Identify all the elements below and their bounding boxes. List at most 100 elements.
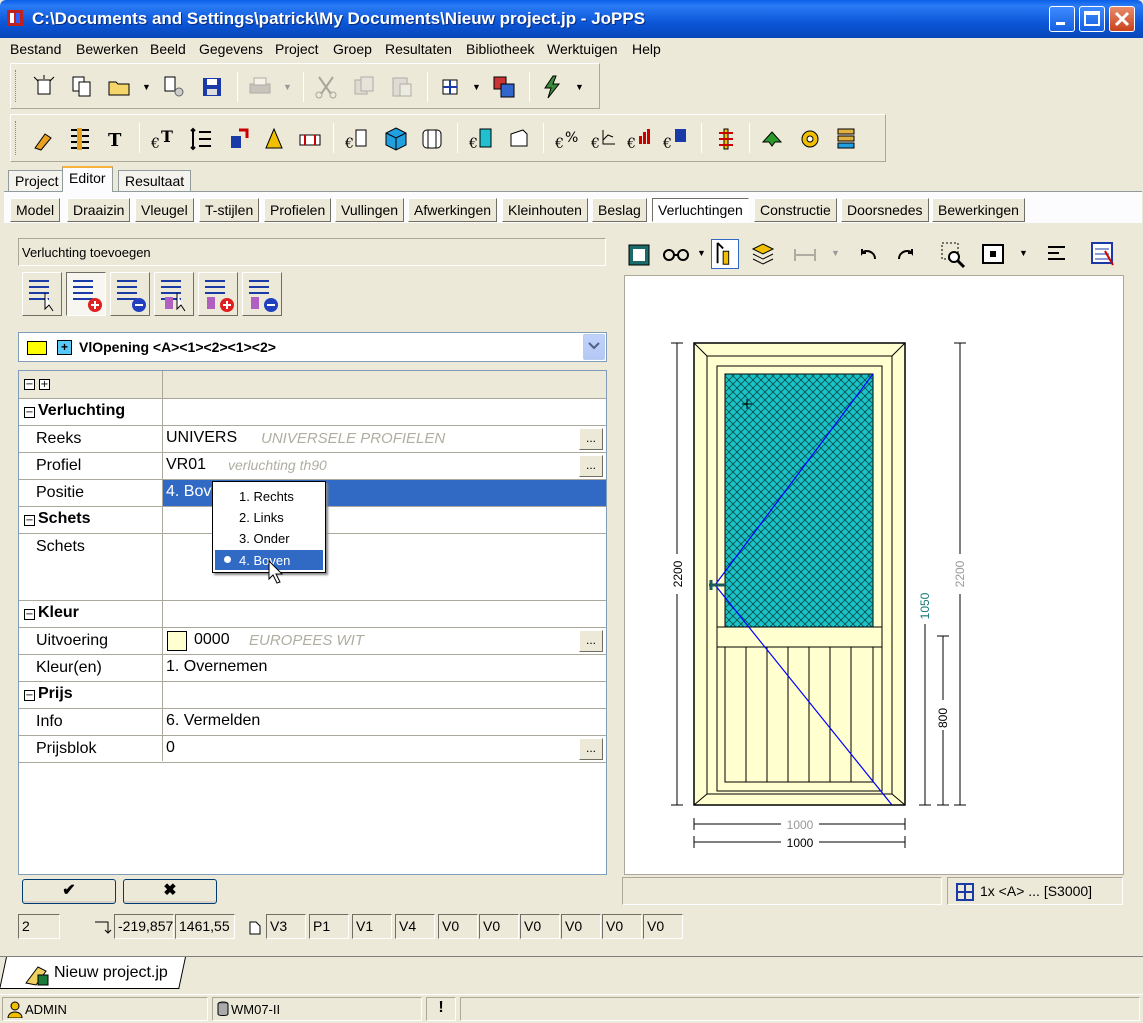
glasses-icon[interactable] [659,239,693,269]
pointer-tool-icon[interactable] [711,239,739,269]
euro-chart-icon[interactable]: € [591,126,617,152]
menu-bibliotheek[interactable]: Bibliotheek [466,41,535,57]
reeks-value[interactable]: UNIVERS [166,429,237,447]
paste-icon[interactable] [389,74,415,100]
euro-profile-icon[interactable]: € [345,126,371,152]
expand-all-icon[interactable]: + [39,379,50,390]
subtab-profielen[interactable]: Profielen [264,198,332,222]
collapse-icon[interactable]: − [24,407,35,418]
euro-glass-icon[interactable]: € [469,126,495,152]
prijsblok-value[interactable]: 0 [166,739,175,757]
collapse-all-icon[interactable]: − [24,379,35,390]
menu-gegevens[interactable]: Gegevens [199,41,263,57]
print-dropdown-arrow[interactable]: ▼ [283,82,292,92]
title-bar[interactable]: C:\Documents and Settings\patrick\My Doc… [0,0,1143,38]
stack-icon[interactable] [833,126,859,152]
info-value[interactable]: 6. Vermelden [166,712,260,730]
prijsblok-browse-button[interactable]: ... [579,738,603,760]
subtab-verluchtingen[interactable]: Verluchtingen [652,198,749,222]
collapse-icon[interactable]: − [24,515,35,526]
gear-icon[interactable] [797,126,823,152]
dimension-tool-icon[interactable] [791,239,819,269]
select-vent-button[interactable] [22,272,62,316]
measure-icon[interactable] [261,126,287,152]
opening-dropdown-button[interactable] [583,334,605,360]
option-links[interactable]: 2. Links [215,507,323,527]
reeks-browse-button[interactable]: ... [579,428,603,450]
zoom-window-icon[interactable] [939,239,967,269]
subtab-doorsnedes[interactable]: Doorsnedes [841,198,929,222]
category-verluchting[interactable]: − Verluchting [19,399,606,426]
copy-icon[interactable] [351,74,377,100]
import-icon[interactable] [161,74,187,100]
kleuren-value[interactable]: 1. Overnemen [166,658,267,676]
opening-select[interactable]: + VlOpening <A><1><2><1><2> [18,332,607,362]
ok-button[interactable]: ✔ [22,879,116,904]
table-profile-icon[interactable] [297,126,323,152]
properties-icon[interactable] [1089,239,1117,269]
remove-vent-alt-button[interactable] [242,272,282,316]
menu-werktuigen[interactable]: Werktuigen [547,41,618,57]
view-frame-icon[interactable] [625,239,653,269]
tab-editor[interactable]: Editor [62,166,113,192]
t-profile-icon[interactable]: T [103,126,129,152]
row-reeks[interactable]: Reeks UNIVERS UNIVERSELE PROFIELEN ... [19,426,606,453]
undo-icon[interactable] [855,239,883,269]
euro-percent-icon[interactable]: €% [555,126,581,152]
option-onder[interactable]: 3. Onder [215,528,323,548]
recycle-icon[interactable] [759,126,785,152]
subtab-constructie[interactable]: Constructie [754,198,837,222]
row-kleuren[interactable]: Kleur(en) 1. Overnemen [19,655,606,682]
subtab-model[interactable]: Model [10,198,61,222]
zoom-fit-icon[interactable] [979,239,1007,269]
uitvoering-value[interactable]: 0000 [194,631,230,649]
collapse-icon[interactable]: − [24,609,35,620]
add-vent-button[interactable] [66,272,106,316]
cut-icon[interactable] [313,74,339,100]
zoom-dropdown-arrow[interactable]: ▼ [1019,248,1028,258]
subtab-vleugel[interactable]: Vleugel [135,198,194,222]
lightning-icon[interactable] [539,74,565,100]
subtab-afwerkingen[interactable]: Afwerkingen [408,198,498,222]
dimension-icon[interactable] [189,126,215,152]
toolbar-grip[interactable] [15,70,18,102]
subtab-draaizin[interactable]: Draaizin [67,198,131,222]
menu-help[interactable]: Help [632,41,661,57]
profile-stack-icon[interactable] [67,126,93,152]
toolbar-grip[interactable] [15,121,18,155]
euro-bar-icon[interactable]: € [627,126,653,152]
collapse-icon[interactable]: − [24,690,35,701]
save-icon[interactable] [199,74,225,100]
redo-icon[interactable] [891,239,919,269]
select-grid-icon[interactable] [437,74,463,100]
cutting-icon[interactable] [713,126,739,152]
menu-project[interactable]: Project [275,41,319,57]
tab-resultaat[interactable]: Resultaat [118,170,192,192]
cancel-button[interactable]: ✖ [123,879,217,904]
hardware-icon[interactable] [505,126,531,152]
alert-cell[interactable]: ! [426,997,456,1021]
profiel-value[interactable]: VR01 [166,456,206,474]
layers-icon[interactable] [749,239,777,269]
euro-t-icon[interactable]: € T [151,126,177,152]
menu-bewerken[interactable]: Bewerken [76,41,138,57]
print-icon[interactable] [247,74,273,100]
copy-model-icon[interactable] [69,74,95,100]
cube-icon[interactable] [383,126,409,152]
menu-groep[interactable]: Groep [333,41,372,57]
menu-bestand[interactable]: Bestand [10,41,61,57]
lightning-dropdown-arrow[interactable]: ▼ [575,82,584,92]
category-kleur[interactable]: − Kleur [19,601,606,628]
option-rechts[interactable]: 1. Rechts [215,486,323,506]
tab-project[interactable]: Project [8,170,66,192]
subtab-bewerkingen[interactable]: Bewerkingen [932,198,1025,222]
row-prijsblok[interactable]: Prijsblok 0 ... [19,736,606,763]
menu-beeld[interactable]: Beeld [150,41,186,57]
align-icon[interactable] [1043,239,1071,269]
add-profile-icon[interactable] [225,126,251,152]
close-button[interactable] [1109,6,1135,32]
remove-vent-button[interactable] [110,272,150,316]
minimize-button[interactable] [1049,6,1075,32]
subtab-beslag[interactable]: Beslag [592,198,647,222]
open-folder-icon[interactable] [107,74,133,100]
